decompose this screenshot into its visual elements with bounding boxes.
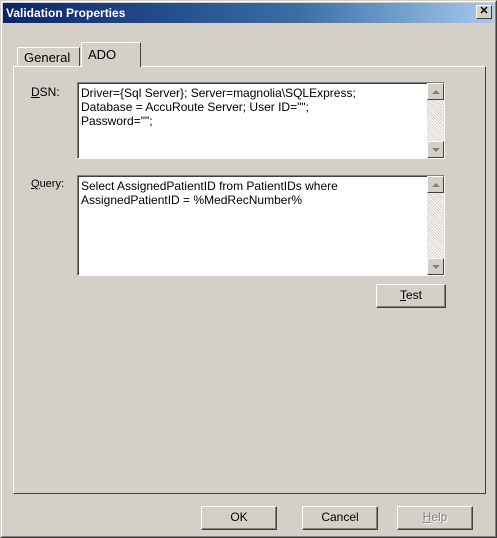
tab-general-label: General [24, 50, 71, 65]
query-textarea[interactable]: Select AssignedPatientID from PatientIDs… [77, 175, 445, 276]
close-button[interactable]: ✕ [476, 5, 492, 19]
close-icon: ✕ [479, 5, 489, 17]
ok-button-frame [202, 507, 276, 529]
scroll-up-icon [431, 89, 440, 94]
title-bar[interactable]: Validation Properties ✕ [3, 3, 494, 23]
scroll-down-icon [431, 264, 440, 269]
help-button[interactable]: Help [397, 506, 473, 530]
query-scrollbar[interactable] [427, 176, 444, 275]
query-label: Query: [31, 178, 64, 190]
window-title: Validation Properties [6, 6, 126, 20]
dsn-value: Driver={Sql Server}; Server=magnolia\SQL… [81, 86, 356, 128]
query-label-mnemonic: Q [31, 178, 40, 190]
test-button[interactable]: Test [376, 284, 446, 308]
scroll-up-icon [431, 182, 440, 187]
dsn-textarea[interactable]: Driver={Sql Server}; Server=magnolia\SQL… [77, 82, 445, 159]
query-scroll-up-button[interactable] [427, 176, 444, 193]
tab-ado[interactable]: ADO [81, 42, 141, 67]
cancel-button-frame [303, 507, 377, 529]
cancel-button[interactable]: Cancel [302, 506, 378, 530]
dsn-scroll-down-button[interactable] [427, 141, 444, 158]
dsn-scrollbar[interactable] [427, 83, 444, 158]
tab-ado-label: ADO [88, 47, 117, 62]
help-button-frame [398, 507, 472, 529]
dialog-window: Validation Properties ✕ General ADO DSN:… [0, 0, 497, 538]
test-button-frame [377, 285, 445, 307]
dsn-scroll-up-button[interactable] [427, 83, 444, 100]
query-value: Select AssignedPatientID from PatientIDs… [81, 179, 338, 207]
tab-general[interactable]: General [17, 47, 80, 66]
dsn-label: DSN: [31, 85, 60, 99]
ok-button[interactable]: OK [201, 506, 277, 530]
dsn-label-rest: SN: [39, 85, 60, 99]
query-scroll-down-button[interactable] [427, 258, 444, 275]
dsn-label-mnemonic: D [31, 85, 40, 99]
query-label-rest: uery: [39, 178, 65, 190]
scroll-down-icon [431, 147, 440, 152]
